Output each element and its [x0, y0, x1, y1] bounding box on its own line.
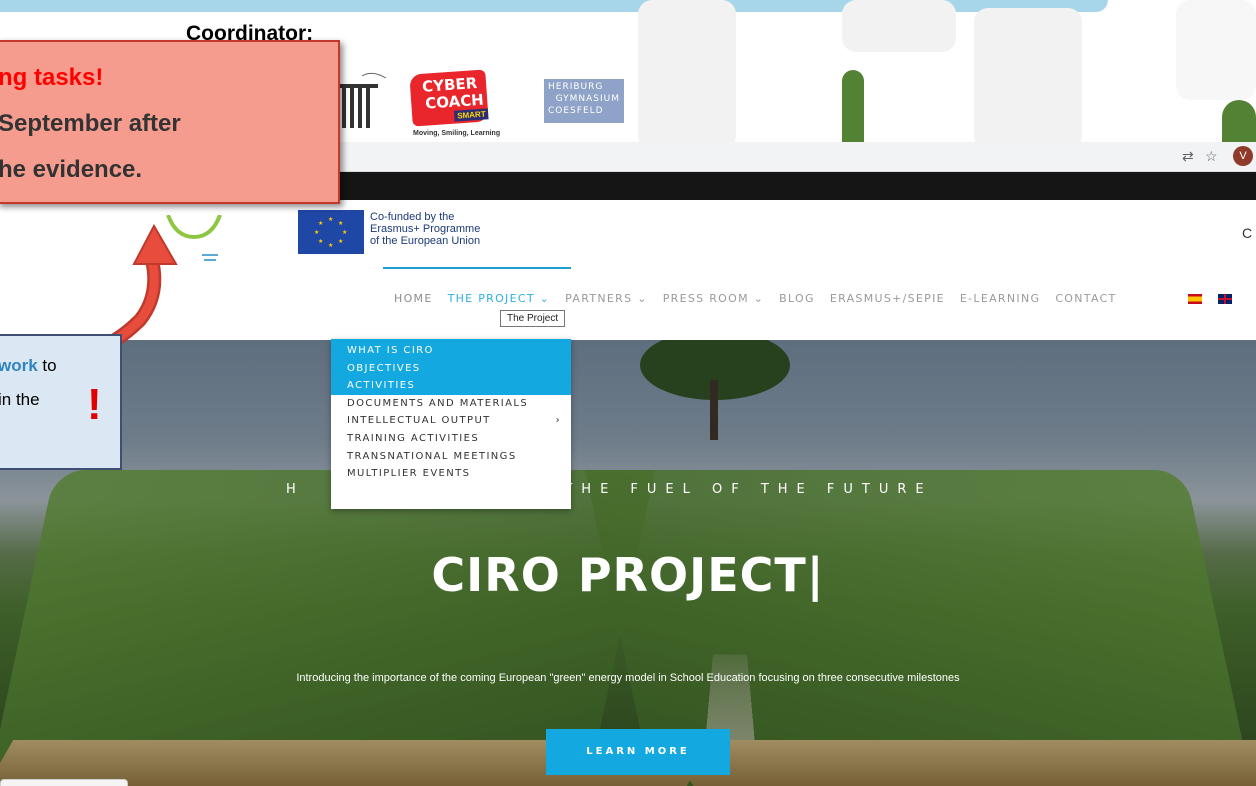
- nav-blog[interactable]: BLOG: [779, 292, 815, 308]
- gym-line: HERIBURG: [548, 82, 604, 92]
- learn-more-button[interactable]: LEARN MORE: [546, 729, 730, 775]
- hero-title: CIRO PROJECT|: [431, 548, 825, 602]
- header-divider: [383, 267, 571, 269]
- eu-text-line: of the European Union: [370, 235, 481, 247]
- gym-line: GYMNASIUM: [555, 94, 620, 104]
- slide-tile: [638, 0, 736, 150]
- nav-press-room[interactable]: PRESS ROOM ⌄: [663, 292, 764, 308]
- dropdown-item-label: INTELLECTUAL OUTPUT: [347, 415, 491, 427]
- slide-tile: [974, 8, 1082, 150]
- gym-line: COESFELD: [548, 106, 604, 116]
- nav-erasmus-sepie[interactable]: ERASMUS+/SEPIE: [830, 292, 945, 308]
- dropdown-item-multiplier-events[interactable]: MULTIPLIER EVENTS: [331, 465, 571, 483]
- callout-blue-line2: in the: [0, 390, 40, 409]
- spanish-flag-icon[interactable]: [1188, 294, 1202, 304]
- search-icon[interactable]: C: [1242, 225, 1252, 241]
- hero-tagline-right: E THE FUEL OF THE FUTURE: [534, 482, 933, 497]
- translate-icon[interactable]: ⇄: [1182, 148, 1194, 165]
- callout-blue-line1-rest: to: [37, 356, 57, 375]
- star-icon[interactable]: ☆: [1205, 148, 1218, 165]
- hero-tagline-left: H: [286, 482, 305, 497]
- slide-tile: [1176, 0, 1256, 100]
- partner-logo-cybercoach: CYBER COACH SMART Moving, Smiling, Learn…: [405, 69, 500, 150]
- info-callout: work to in the !: [0, 334, 122, 470]
- green-shape: [1222, 100, 1256, 144]
- nav-contact[interactable]: CONTACT: [1055, 292, 1116, 308]
- callout-blue-keyword: work: [0, 356, 38, 375]
- nav-tooltip: The Project: [500, 310, 566, 327]
- callout-blue-line1: work to: [0, 356, 57, 376]
- eu-text-line: Co-funded by the: [370, 211, 455, 223]
- eu-text-line: Erasmus+ Programme: [370, 223, 481, 235]
- status-bar: [0, 779, 128, 786]
- nav-partners[interactable]: PARTNERS ⌄: [565, 292, 648, 308]
- nav-the-project[interactable]: THE PROJECT ⌄: [448, 292, 551, 308]
- cybercoach-slogan: Moving, Smiling, Learning: [413, 130, 501, 137]
- project-dropdown-menu: WHAT IS CIRO OBJECTIVES ACTIVITIES DOCUM…: [331, 339, 571, 509]
- warning-callout: ng tasks! September after he evidence.: [0, 40, 340, 204]
- dropdown-item-training-activities[interactable]: TRAINING ACTIVITIES: [331, 430, 571, 448]
- partner-logo-school: [334, 70, 394, 150]
- callout-red-line1: ng tasks!: [0, 64, 104, 91]
- eu-flag-icon: ★ ★ ★ ★ ★ ★ ★ ★: [298, 210, 364, 254]
- dropdown-item-activities[interactable]: ACTIVITIES: [331, 377, 571, 395]
- callout-red-line2: September after: [0, 110, 181, 137]
- callout-red-line3: he evidence.: [0, 156, 143, 183]
- exclamation-icon: !: [87, 380, 102, 429]
- slide-tile: [842, 0, 956, 52]
- chevron-right-icon: ›: [555, 415, 561, 427]
- dropdown-item-documents[interactable]: DOCUMENTS AND MATERIALS: [331, 395, 571, 413]
- eu-cofunded-text: Co-funded by the Erasmus+ Programme of t…: [370, 211, 480, 247]
- smart-text: SMART: [453, 108, 490, 122]
- hero-subtitle: Introducing the importance of the coming…: [296, 672, 960, 684]
- green-shape: [842, 70, 864, 142]
- dropdown-item-objectives[interactable]: OBJECTIVES: [331, 359, 571, 378]
- main-nav: HOME THE PROJECT ⌄ PARTNERS ⌄ PRESS ROOM…: [394, 292, 1132, 308]
- nav-e-learning[interactable]: E-LEARNING: [960, 292, 1040, 308]
- cybercoach-badge: CYBER COACH SMART: [409, 69, 490, 127]
- dropdown-item-intellectual-output[interactable]: INTELLECTUAL OUTPUT ›: [331, 412, 571, 430]
- partner-logo-gymnasium: HERIBURG GYMNASIUM COESFELD: [544, 79, 624, 123]
- english-flag-icon[interactable]: [1218, 294, 1232, 304]
- dropdown-item-transnational-meetings[interactable]: TRANSNATIONAL MEETINGS: [331, 448, 571, 466]
- avatar[interactable]: V: [1233, 146, 1253, 166]
- nav-home[interactable]: HOME: [394, 292, 433, 308]
- dropdown-item-what-is-ciro[interactable]: WHAT IS CIRO: [331, 342, 571, 360]
